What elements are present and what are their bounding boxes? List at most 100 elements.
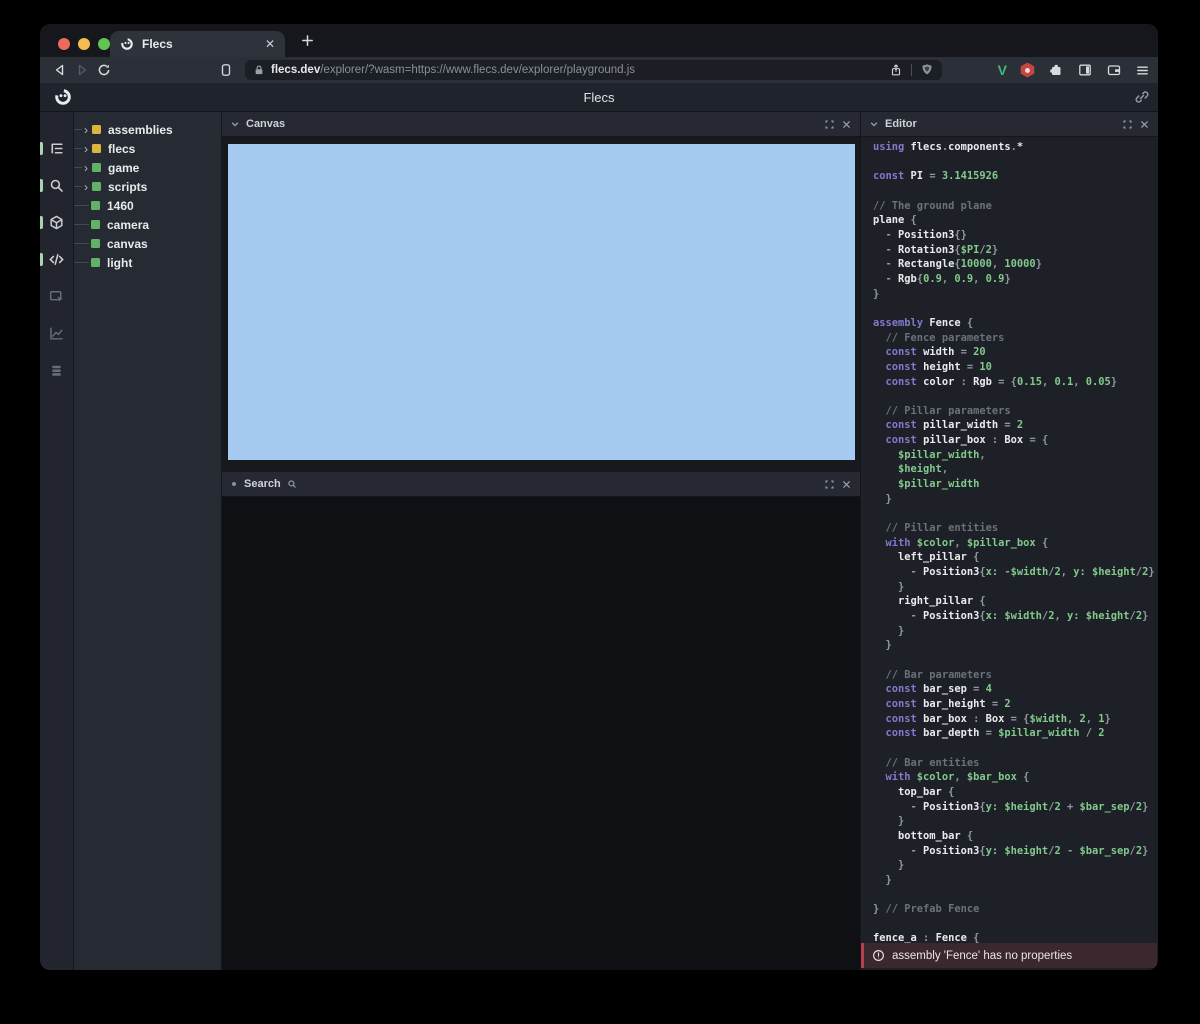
minimize-window-button[interactable] <box>78 38 90 50</box>
tree-guide-line <box>74 262 89 263</box>
code-line: const width = 20 <box>873 346 1158 361</box>
chevron-down-icon[interactable] <box>230 119 240 129</box>
maximize-window-button[interactable] <box>98 38 110 50</box>
error-message-bar: assembly 'Fence' has no properties <box>861 943 1157 968</box>
code-line: } <box>873 874 1158 889</box>
browser-toolbar: flecs.dev/explorer/?wasm=https://www.fle… <box>40 57 1158 83</box>
code-line: $pillar_width <box>873 478 1158 493</box>
link-icon[interactable] <box>1134 89 1150 105</box>
expand-chevron-icon[interactable]: › <box>84 163 88 173</box>
entity-type-square-icon <box>91 220 100 229</box>
reload-button[interactable] <box>96 62 118 78</box>
tree-item-label: camera <box>107 218 149 232</box>
code-line: - Position3{} <box>873 229 1158 244</box>
tree-item-scripts[interactable]: ›scripts <box>74 177 221 196</box>
cube-icon[interactable] <box>40 208 73 236</box>
code-line: top_bar { <box>873 786 1158 801</box>
code-line: left_pillar { <box>873 551 1158 566</box>
tree-item-light[interactable]: light <box>74 253 221 272</box>
expand-chevron-icon[interactable]: › <box>84 125 88 135</box>
tree-guide-line <box>74 243 89 244</box>
sidebar-panel-icon[interactable] <box>1077 62 1093 78</box>
inspect-icon[interactable] <box>40 282 73 310</box>
expand-icon[interactable] <box>824 479 835 490</box>
tree-item-label: game <box>108 161 139 175</box>
adblock-extension-icon[interactable] <box>1020 63 1035 78</box>
code-line <box>873 390 1158 405</box>
vue-devtools-extension-icon[interactable]: V <box>998 62 1007 78</box>
lock-icon <box>253 64 265 76</box>
expand-icon[interactable] <box>824 119 835 130</box>
collapsed-dot-icon[interactable] <box>232 482 236 486</box>
code-editor[interactable]: using flecs.components.*const PI = 3.141… <box>861 137 1158 970</box>
chart-icon[interactable] <box>40 319 73 347</box>
tree-icon[interactable] <box>40 134 73 162</box>
close-icon[interactable] <box>1139 119 1150 130</box>
code-line: - Position3{y: $height/2 - $bar_sep/2} <box>873 845 1158 860</box>
back-button[interactable] <box>52 62 74 78</box>
share-icon[interactable] <box>889 63 903 77</box>
expand-chevron-icon[interactable]: › <box>84 182 88 192</box>
url-text: flecs.dev/explorer/?wasm=https://www.fle… <box>271 64 635 76</box>
search-icon[interactable] <box>40 171 73 199</box>
brave-shield-icon[interactable] <box>920 63 934 77</box>
entity-type-square-icon <box>92 144 101 153</box>
code-line: - Rgb{0.9, 0.9, 0.9} <box>873 273 1158 288</box>
forward-button[interactable] <box>74 62 96 78</box>
code-line: const PI = 3.1415926 <box>873 170 1158 185</box>
expand-icon[interactable] <box>1122 119 1133 130</box>
browser-tab[interactable]: Flecs ✕ <box>110 31 285 57</box>
search-panel-title: Search <box>244 478 281 490</box>
search-panel-header: Search <box>222 472 860 497</box>
tree-item-game[interactable]: › game <box>74 158 221 177</box>
extensions-puzzle-icon[interactable] <box>1048 62 1064 78</box>
tree-item-label: 1460 <box>107 199 134 213</box>
code-line: } <box>873 581 1158 596</box>
url-domain: flecs.dev <box>271 64 320 76</box>
magnifier-icon <box>287 479 297 489</box>
tree-item-canvas[interactable]: canvas <box>74 234 221 253</box>
search-panel-body <box>222 497 860 970</box>
close-icon[interactable] <box>841 479 852 490</box>
error-icon <box>872 949 885 962</box>
code-line: const pillar_width = 2 <box>873 419 1158 434</box>
code-line: $height, <box>873 463 1158 478</box>
tree-item-1460[interactable]: 1460 <box>74 196 221 215</box>
tab-close-icon[interactable]: ✕ <box>265 37 275 51</box>
tree-guide-line <box>74 224 89 225</box>
icon-sidebar <box>40 112 74 970</box>
code-line: plane { <box>873 214 1158 229</box>
tree-guide-line <box>74 129 82 130</box>
url-bar[interactable]: flecs.dev/explorer/?wasm=https://www.fle… <box>245 60 942 80</box>
chevron-down-icon[interactable] <box>869 119 879 129</box>
tree-item-flecs[interactable]: › flecs <box>74 139 221 158</box>
menu-icon[interactable] <box>1135 63 1150 78</box>
canvas-viewport[interactable] <box>228 144 855 460</box>
code-line: bottom_bar { <box>873 830 1158 845</box>
new-tab-button[interactable] <box>300 33 315 48</box>
code-line: const bar_depth = $pillar_width / 2 <box>873 727 1158 742</box>
tree-item-assemblies[interactable]: ›assemblies <box>74 120 221 139</box>
code-line: } <box>873 859 1158 874</box>
tree-item-label: flecs <box>108 142 135 156</box>
expand-chevron-icon[interactable]: › <box>84 144 88 154</box>
tab-bar: Flecs ✕ <box>40 24 1158 57</box>
entity-type-square-icon <box>92 182 101 191</box>
entity-tree-panel: ›assemblies›flecs›game›scripts1460camera… <box>74 112 222 970</box>
code-icon[interactable] <box>40 245 73 273</box>
code-line: - Position3{x: $width/2, y: $height/2} <box>873 610 1158 625</box>
tree-item-camera[interactable]: camera <box>74 215 221 234</box>
editor-panel-title: Editor <box>885 118 917 130</box>
wallet-icon[interactable] <box>1106 62 1122 78</box>
code-line: - Position3{y: $height/2 + $bar_sep/2} <box>873 801 1158 816</box>
bookmark-icon[interactable] <box>218 62 240 78</box>
code-line: // Bar parameters <box>873 669 1158 684</box>
code-line: } <box>873 493 1158 508</box>
code-line: // Bar entities <box>873 757 1158 772</box>
rows-icon[interactable] <box>40 356 73 384</box>
close-icon[interactable] <box>841 119 852 130</box>
close-window-button[interactable] <box>58 38 70 50</box>
canvas-panel-header: Canvas <box>222 112 860 137</box>
code-line: // Fence parameters <box>873 332 1158 347</box>
code-line: right_pillar { <box>873 595 1158 610</box>
